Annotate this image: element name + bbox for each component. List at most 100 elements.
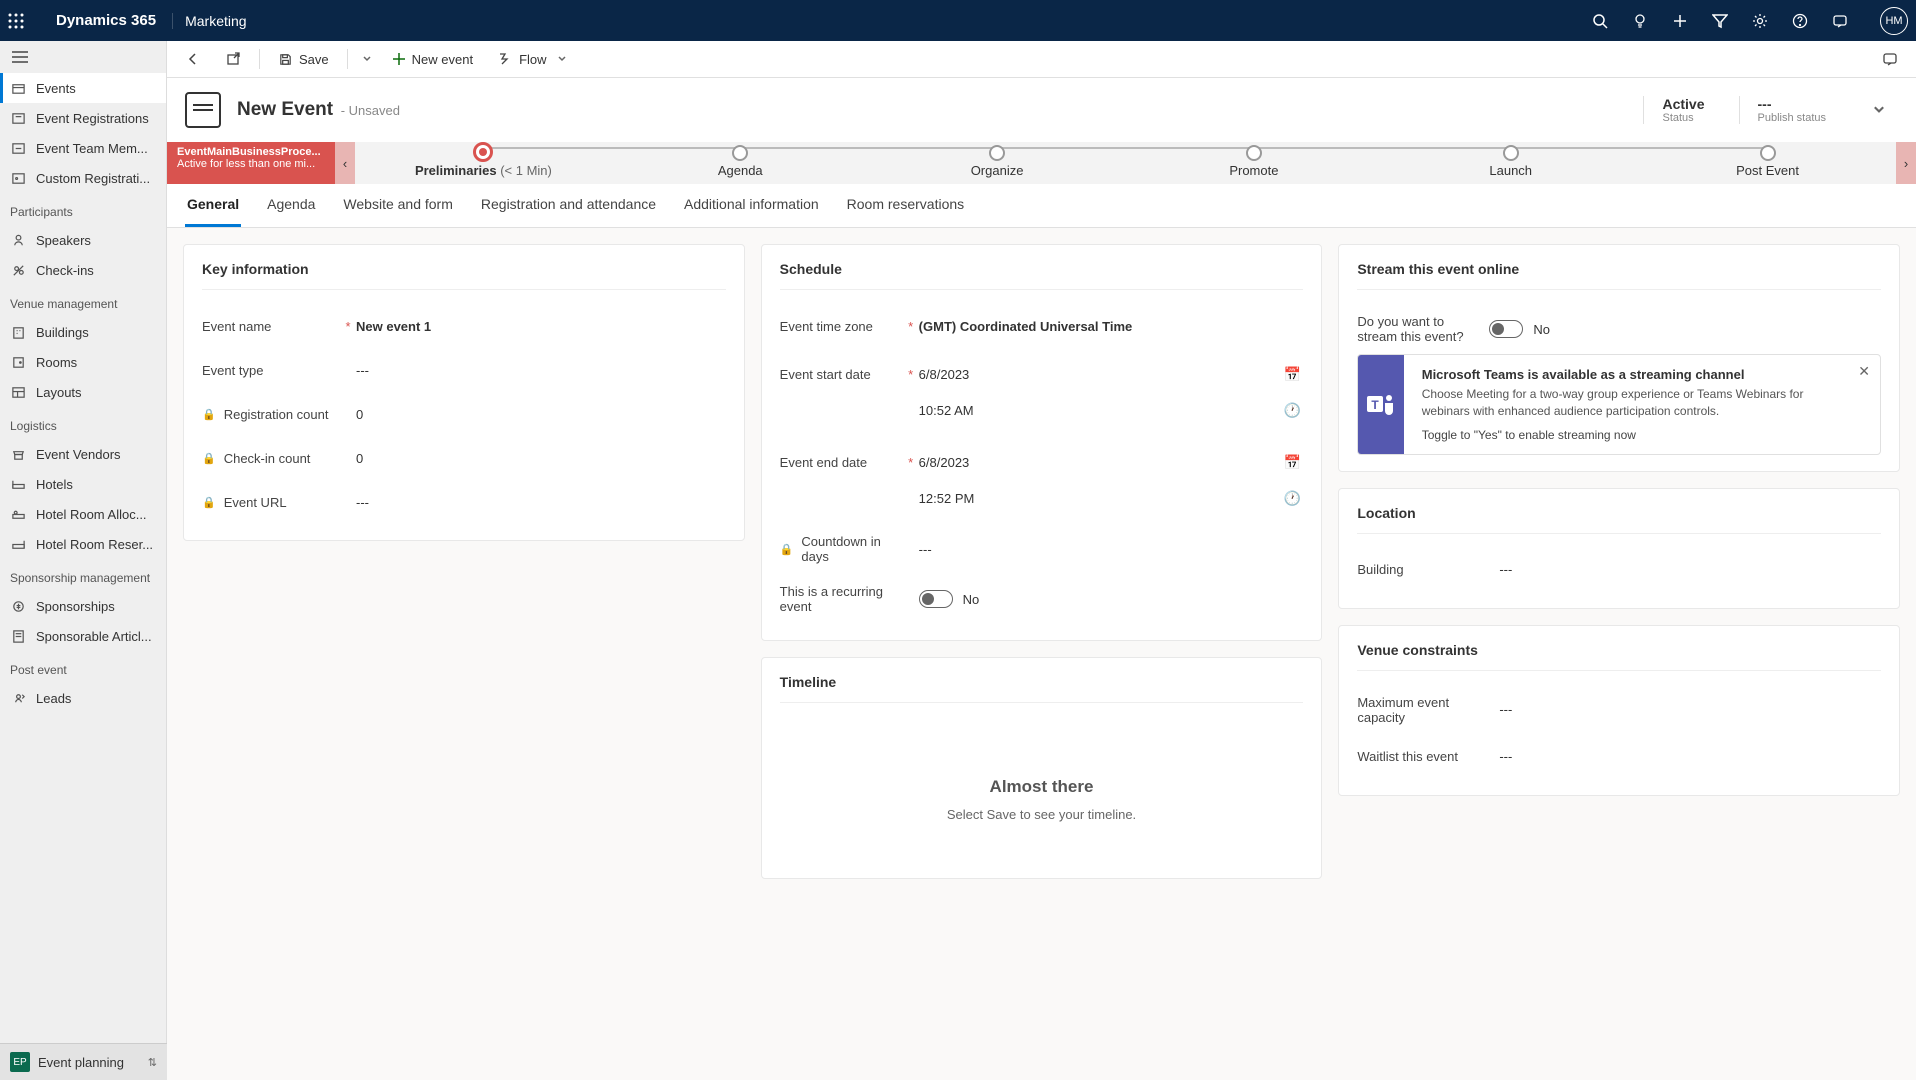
tab-website[interactable]: Website and form <box>341 184 454 227</box>
sidebar-item-hotel-alloc[interactable]: Hotel Room Alloc... <box>0 499 166 529</box>
alloc-icon <box>10 506 26 522</box>
card-title: Venue constraints <box>1357 642 1881 664</box>
calendar-icon[interactable]: 📅 <box>1284 366 1301 383</box>
bpf-stage-preliminaries[interactable]: Preliminaries (< 1 Min) <box>355 149 612 178</box>
timeline-empty-title: Almost there <box>800 777 1284 797</box>
tab-additional[interactable]: Additional information <box>682 184 821 227</box>
sidebar-item-leads[interactable]: Leads <box>0 683 166 713</box>
lightbulb-icon[interactable] <box>1632 13 1672 29</box>
flow-button[interactable]: Flow <box>487 45 576 73</box>
bpf-stage-promote[interactable]: Promote <box>1125 149 1382 178</box>
sidebar-item-sponsorable-articles[interactable]: Sponsorable Articl... <box>0 621 166 651</box>
field-max-capacity[interactable]: Maximum event capacity --- <box>1357 685 1881 735</box>
sidebar-toggle-icon[interactable] <box>0 41 166 73</box>
tab-room[interactable]: Room reservations <box>845 184 967 227</box>
status-field[interactable]: Active Status <box>1643 96 1722 124</box>
area-switcher[interactable]: EP Event planning ⇅ <box>0 1043 167 1080</box>
save-button[interactable]: Save <box>268 46 339 73</box>
field-recurring[interactable]: This is a recurring event No <box>780 574 1304 624</box>
field-end-time[interactable]: 12:52 PM🕐 <box>780 480 1304 524</box>
clock-icon[interactable]: 🕐 <box>1284 402 1301 419</box>
sidebar-item-custom-registration[interactable]: Custom Registrati... <box>0 163 166 193</box>
flow-label: Flow <box>519 52 546 67</box>
gear-icon[interactable] <box>1752 13 1792 29</box>
bpf-stage-agenda[interactable]: Agenda <box>612 149 869 178</box>
sidebar-item-label: Leads <box>36 691 71 706</box>
save-label: Save <box>299 52 329 67</box>
card-location: Location Building --- <box>1338 488 1900 609</box>
field-end-date[interactable]: Event end date * 6/8/2023📅 <box>780 436 1304 480</box>
updown-icon: ⇅ <box>148 1056 157 1069</box>
registrations-icon <box>10 110 26 126</box>
plus-icon[interactable] <box>1672 13 1712 29</box>
save-dropdown[interactable] <box>356 54 378 64</box>
timeline-empty-desc: Select Save to see your timeline. <box>800 807 1284 822</box>
app-name[interactable]: Marketing <box>172 13 258 29</box>
field-stream-toggle[interactable]: Do you want to stream this event? No <box>1357 304 1881 354</box>
brand-name[interactable]: Dynamics 365 <box>48 12 164 29</box>
main-content: Save New event Flow New Event - Unsaved <box>167 41 1916 1080</box>
user-avatar[interactable]: HM <box>1880 7 1908 35</box>
tab-agenda[interactable]: Agenda <box>265 184 317 227</box>
bpf-next-icon[interactable]: › <box>1896 142 1916 184</box>
sidebar-item-layouts[interactable]: Layouts <box>0 377 166 407</box>
publish-value: --- <box>1758 96 1826 112</box>
field-building[interactable]: Building --- <box>1357 548 1881 592</box>
field-event-type[interactable]: Event type --- <box>202 348 726 392</box>
bpf-stage-organize[interactable]: Organize <box>869 149 1126 178</box>
teams-icon: T <box>1358 355 1403 454</box>
stream-toggle[interactable]: No <box>1489 320 1550 338</box>
sidebar-item-speakers[interactable]: Speakers <box>0 225 166 255</box>
sidebar-item-buildings[interactable]: Buildings <box>0 317 166 347</box>
bpf-info-panel[interactable]: EventMainBusinessProce... Active for les… <box>167 142 335 184</box>
sidebar-item-event-team-members[interactable]: Event Team Mem... <box>0 133 166 163</box>
field-start-time[interactable]: 10:52 AM🕐 <box>780 392 1304 436</box>
field-event-name[interactable]: Event name * New event 1 <box>202 304 726 348</box>
sidebar-item-label: Hotel Room Alloc... <box>36 507 147 522</box>
field-countdown: 🔒Countdown in days --- <box>780 524 1304 574</box>
top-navbar: Dynamics 365 Marketing HM <box>0 0 1916 41</box>
plus-icon <box>392 52 406 66</box>
sidebar-item-event-vendors[interactable]: Event Vendors <box>0 439 166 469</box>
sidebar-item-label: Rooms <box>36 355 77 370</box>
bpf-prev-icon[interactable]: ‹ <box>335 142 355 184</box>
field-registration-count: 🔒Registration count 0 <box>202 392 726 436</box>
sidebar-item-hotels[interactable]: Hotels <box>0 469 166 499</box>
sidebar: Events Event Registrations Event Team Me… <box>0 41 167 1080</box>
tab-registration[interactable]: Registration and attendance <box>479 184 658 227</box>
sidebar-item-event-registrations[interactable]: Event Registrations <box>0 103 166 133</box>
app-launcher-icon[interactable] <box>8 13 48 29</box>
search-icon[interactable] <box>1592 13 1632 29</box>
bpf-stage-launch[interactable]: Launch <box>1382 149 1639 178</box>
open-new-window-icon[interactable] <box>215 45 251 73</box>
banner-close-icon[interactable]: ✕ <box>1858 363 1870 380</box>
sidebar-item-checkins[interactable]: Check-ins <box>0 255 166 285</box>
publish-status-field[interactable]: --- Publish status <box>1739 96 1844 124</box>
new-event-button[interactable]: New event <box>382 46 483 73</box>
lock-icon: 🔒 <box>202 496 216 509</box>
form-body: Key information Event name * New event 1… <box>167 228 1916 1080</box>
filter-icon[interactable] <box>1712 13 1752 29</box>
assistant-icon[interactable] <box>1832 13 1872 29</box>
tab-general[interactable]: General <box>185 184 241 227</box>
bpf-name: EventMainBusinessProce... <box>177 146 325 158</box>
sidebar-item-hotel-reserv[interactable]: Hotel Room Reser... <box>0 529 166 559</box>
recurring-toggle[interactable]: No <box>919 590 980 608</box>
bpf-stage-post-event[interactable]: Post Event <box>1639 149 1896 178</box>
field-start-date[interactable]: Event start date * 6/8/2023📅 <box>780 348 1304 392</box>
help-icon[interactable] <box>1792 13 1832 29</box>
sidebar-item-sponsorships[interactable]: Sponsorships <box>0 591 166 621</box>
back-button[interactable] <box>175 45 211 73</box>
header-expand-icon[interactable] <box>1860 103 1898 117</box>
calendar-icon[interactable]: 📅 <box>1284 454 1301 471</box>
card-title: Key information <box>202 261 726 283</box>
share-icon[interactable] <box>1872 45 1908 73</box>
bpf-sub: Active for less than one mi... <box>177 158 325 170</box>
sidebar-item-events[interactable]: Events <box>0 73 166 103</box>
field-waitlist[interactable]: Waitlist this event --- <box>1357 735 1881 779</box>
bpf-stages: Preliminaries (< 1 Min) Agenda Organize … <box>355 142 1896 184</box>
banner-action: Toggle to "Yes" to enable streaming now <box>1422 428 1852 442</box>
sidebar-item-rooms[interactable]: Rooms <box>0 347 166 377</box>
clock-icon[interactable]: 🕐 <box>1284 490 1301 507</box>
field-timezone[interactable]: Event time zone * (GMT) Coordinated Univ… <box>780 304 1304 348</box>
